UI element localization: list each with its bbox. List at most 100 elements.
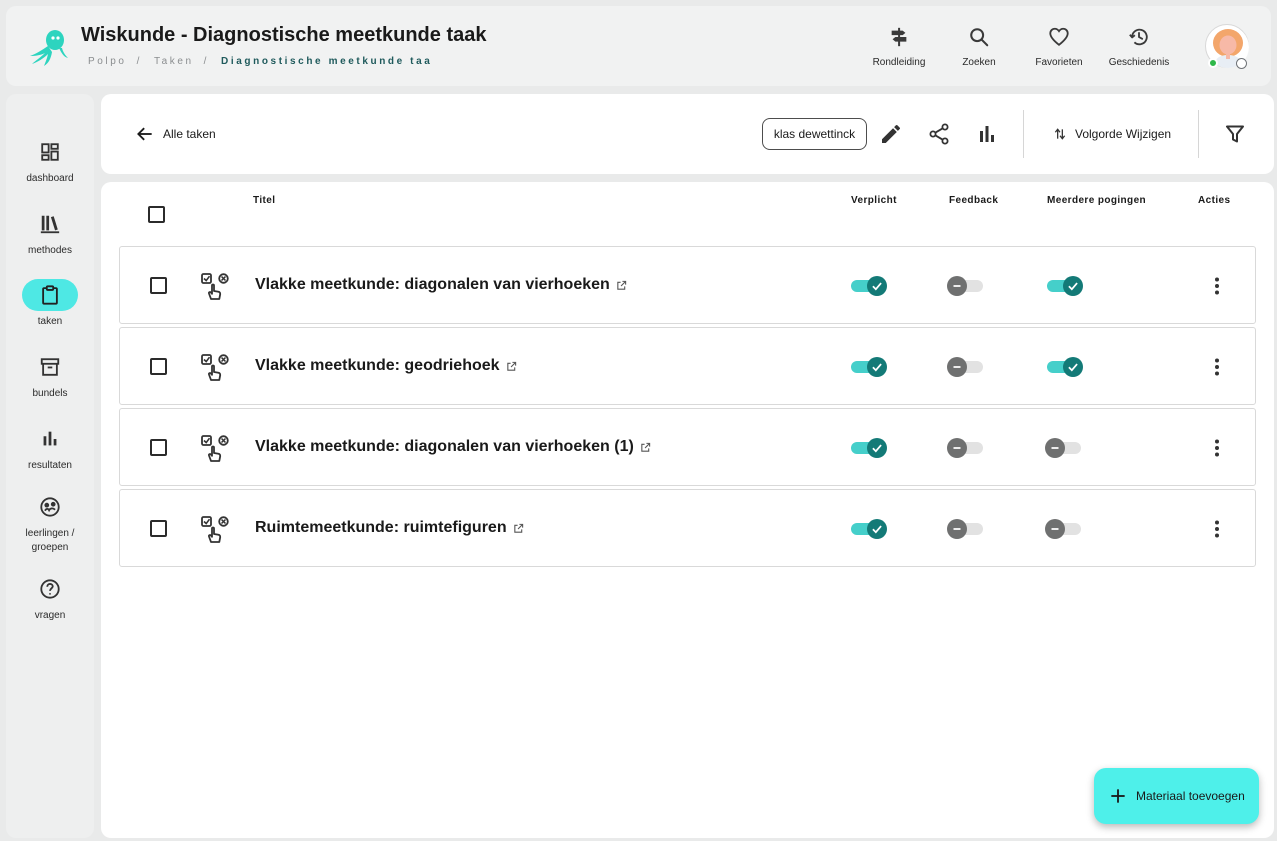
task-table: Titel Verplicht Feedback Meerdere poging… <box>101 182 1274 838</box>
breadcrumb-separator: / <box>136 56 142 67</box>
feedback-toggle[interactable] <box>947 275 985 297</box>
polpo-logo-icon[interactable] <box>26 26 72 72</box>
check-icon <box>1063 276 1083 296</box>
sidebar-item-leerlingen-groepen[interactable]: leerlingen / groepen <box>6 491 94 555</box>
add-material-label: Materiaal toevoegen <box>1136 789 1245 803</box>
multiple-attempts-toggle[interactable] <box>1045 275 1083 297</box>
heart-icon <box>1048 26 1070 48</box>
task-title-link[interactable]: Vlakke meetkunde: geodriehoek <box>255 357 517 375</box>
feedback-toggle[interactable] <box>947 518 985 540</box>
sidebar-item-resultaten[interactable]: resultaten <box>6 423 94 473</box>
column-header-required: Verplicht <box>851 195 897 206</box>
required-toggle[interactable] <box>849 518 887 540</box>
task-title: Vlakke meetkunde: diagonalen van vierhoe… <box>255 276 610 293</box>
table-row[interactable]: Vlakke meetkunde: diagonalen van vierhoe… <box>119 246 1256 324</box>
sidebar-item-vragen[interactable]: vragen <box>6 573 94 623</box>
nav-rondleiding[interactable]: Rondleiding <box>859 26 939 76</box>
share-button[interactable] <box>927 122 951 146</box>
multiple-attempts-toggle[interactable] <box>1045 437 1083 459</box>
sidebar-icon-wrap <box>22 351 78 383</box>
nav-label: Zoeken <box>962 57 996 68</box>
avatar[interactable] <box>1205 24 1249 69</box>
multiple-attempts-toggle[interactable] <box>1045 356 1083 378</box>
settings-small-icon[interactable] <box>1236 58 1247 69</box>
check-icon <box>867 438 887 458</box>
multiple-attempts-toggle[interactable] <box>1045 518 1083 540</box>
interactive-task-icon <box>200 515 230 545</box>
filter-button[interactable] <box>1223 122 1247 146</box>
more-vert-icon[interactable] <box>1205 436 1229 460</box>
column-header-actions: Acties <box>1198 195 1231 206</box>
feedback-toggle[interactable] <box>947 356 985 378</box>
minus-icon <box>1045 519 1065 539</box>
task-title-link[interactable]: Vlakke meetkunde: diagonalen van vierhoe… <box>255 438 651 456</box>
share-icon <box>929 123 949 145</box>
select-all-checkbox[interactable] <box>148 206 165 223</box>
group-icon <box>40 497 60 517</box>
check-icon <box>867 357 887 377</box>
library-icon <box>40 215 60 234</box>
sidebar-item-label: leerlingen / groepen <box>25 528 75 553</box>
row-checkbox[interactable] <box>150 439 167 456</box>
edit-button[interactable] <box>879 122 903 146</box>
row-checkbox[interactable] <box>150 358 167 375</box>
signpost-icon <box>888 26 910 48</box>
external-link-icon[interactable] <box>610 280 627 291</box>
interactive-task-icon <box>200 272 230 302</box>
interactive-task-icon <box>200 434 230 464</box>
nav-label: Rondleiding <box>872 57 926 68</box>
interactive-task-icon <box>200 353 230 383</box>
column-header-feedback: Feedback <box>949 195 999 206</box>
sidebar-item-dashboard[interactable]: dashboard <box>6 136 94 186</box>
nav-geschiedenis[interactable]: Geschiedenis <box>1099 26 1179 76</box>
table-row[interactable]: Ruimtemeetkunde: ruimtefiguren <box>119 489 1256 567</box>
feedback-toggle[interactable] <box>947 437 985 459</box>
top-header: Wiskunde - Diagnostische meetkunde taak … <box>6 6 1271 86</box>
task-title: Vlakke meetkunde: geodriehoek <box>255 357 500 374</box>
sidebar-item-taken[interactable]: taken <box>6 279 94 329</box>
table-row[interactable]: Vlakke meetkunde: geodriehoek <box>119 327 1256 405</box>
table-row[interactable]: Vlakke meetkunde: diagonalen van vierhoe… <box>119 408 1256 486</box>
back-button-label: Alle taken <box>163 127 216 141</box>
nav-zoeken[interactable]: Zoeken <box>939 26 1019 76</box>
row-checkbox[interactable] <box>150 520 167 537</box>
more-vert-icon[interactable] <box>1205 274 1229 298</box>
external-link-icon[interactable] <box>634 442 651 453</box>
minus-icon <box>1045 438 1065 458</box>
results-button[interactable] <box>975 122 999 146</box>
breadcrumb-item-taken[interactable]: Taken <box>154 56 194 67</box>
more-vert-icon[interactable] <box>1205 355 1229 379</box>
minus-icon <box>947 357 967 377</box>
check-icon <box>1063 357 1083 377</box>
filter-icon <box>1226 125 1244 143</box>
back-button[interactable]: Alle taken <box>135 122 216 146</box>
nav-label: Geschiedenis <box>1108 57 1170 68</box>
external-link-icon[interactable] <box>500 361 517 372</box>
sidebar-item-methodes[interactable]: methodes <box>6 208 94 258</box>
column-header-title[interactable]: Titel <box>253 195 275 206</box>
nav-favorieten[interactable]: Favorieten <box>1019 26 1099 76</box>
required-toggle[interactable] <box>849 275 887 297</box>
sidebar-icon-wrap <box>22 491 78 523</box>
search-icon <box>968 26 990 48</box>
toolbar-divider <box>1198 110 1199 158</box>
add-material-button[interactable]: Materiaal toevoegen <box>1094 768 1259 824</box>
check-icon <box>867 276 887 296</box>
required-toggle[interactable] <box>849 356 887 378</box>
task-toolbar: Alle taken klas dewettinck Volgorde Wijz… <box>101 94 1274 174</box>
class-chip[interactable]: klas dewettinck <box>762 118 867 150</box>
history-icon <box>1128 26 1150 48</box>
sidebar-item-bundels[interactable]: bundels <box>6 351 94 401</box>
required-toggle[interactable] <box>849 437 887 459</box>
sidebar-icon-wrap <box>22 136 78 168</box>
more-vert-icon[interactable] <box>1205 517 1229 541</box>
breadcrumb-item-polpo[interactable]: Polpo <box>88 56 127 67</box>
page-title: Wiskunde - Diagnostische meetkunde taak <box>81 24 487 46</box>
task-title-link[interactable]: Ruimtemeetkunde: ruimtefiguren <box>255 519 524 537</box>
sidebar-item-label: methodes <box>28 245 72 256</box>
task-title-link[interactable]: Vlakke meetkunde: diagonalen van vierhoe… <box>255 276 627 294</box>
minus-icon <box>947 519 967 539</box>
row-checkbox[interactable] <box>150 277 167 294</box>
change-order-button[interactable]: Volgorde Wijzigen <box>1053 122 1171 146</box>
external-link-icon[interactable] <box>507 523 524 534</box>
